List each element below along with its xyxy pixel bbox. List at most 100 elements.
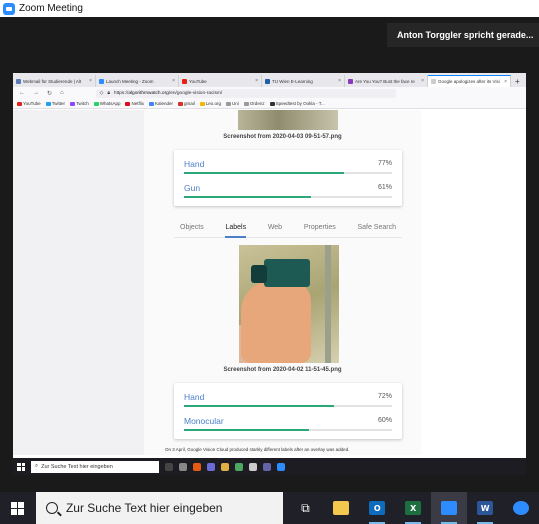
confidence-bar-fill bbox=[184, 405, 334, 407]
windows-start-icon[interactable] bbox=[17, 462, 25, 471]
confidence-bar bbox=[184, 405, 392, 407]
confidence-bar bbox=[184, 172, 392, 174]
browser-tab[interactable]: Launch Meeting - Zoom × bbox=[96, 75, 179, 87]
taskbar-search-box[interactable]: Zur Suche Text hier eingeben bbox=[35, 492, 284, 524]
bookmark-folder[interactable]: Ordenz bbox=[243, 101, 265, 106]
zoom-window-title: Zoom Meeting bbox=[19, 3, 83, 14]
app-icon[interactable] bbox=[179, 462, 187, 471]
tab-labels[interactable]: Labels bbox=[225, 218, 247, 238]
reload-icon[interactable]: ↻ bbox=[47, 90, 52, 97]
image-caption-bottom: Screenshot from 2020-04-02 11-51-45.png bbox=[223, 367, 342, 373]
home-icon[interactable]: ⌂ bbox=[60, 90, 64, 96]
label-confidence: 77% bbox=[377, 160, 392, 167]
folder-icon bbox=[333, 501, 350, 515]
image-caption-top: Screenshot from 2020-04-03 09-51-57.png bbox=[223, 134, 342, 140]
confidence-bar bbox=[184, 196, 392, 198]
app-icon[interactable] bbox=[235, 462, 243, 471]
url-path: /en/google-vision-racism/ bbox=[168, 90, 223, 96]
web-page[interactable]: Screenshot from 2020-04-03 09-51-57.png … bbox=[13, 110, 526, 475]
label-confidence: 72% bbox=[377, 393, 392, 400]
chrome-icon[interactable] bbox=[249, 462, 257, 471]
bookmark-item[interactable]: YouTube bbox=[17, 101, 41, 106]
tab-close-icon[interactable]: × bbox=[172, 78, 175, 84]
zoom-icon[interactable] bbox=[277, 462, 285, 471]
back-arrow-icon[interactable]: ← bbox=[19, 90, 25, 96]
confidence-bar-fill bbox=[184, 196, 311, 198]
label-confidence: 60% bbox=[377, 417, 392, 424]
bookmark-item[interactable]: Netflix bbox=[125, 101, 144, 106]
bookmark-icon bbox=[125, 101, 131, 106]
folder-icon bbox=[243, 101, 249, 106]
firefox-icon[interactable] bbox=[193, 462, 201, 471]
confidence-bar bbox=[184, 429, 392, 431]
browser-tab[interactable]: YouTube × bbox=[179, 75, 262, 87]
tab-close-icon[interactable]: × bbox=[504, 79, 507, 85]
discord-icon[interactable] bbox=[207, 462, 215, 471]
task-view-button[interactable]: ⧉ bbox=[287, 492, 323, 524]
url-prefix: https:// bbox=[113, 90, 129, 96]
forward-arrow-icon[interactable]: → bbox=[33, 90, 39, 96]
page-right-margin bbox=[421, 110, 526, 455]
browser-nav-bar: ← → ↻ ⌂ ◇ 🔒︎ https://algorithmwatch.org/… bbox=[13, 87, 526, 99]
article-column: Screenshot from 2020-04-03 09-51-57.png … bbox=[144, 110, 421, 455]
bookmark-icon bbox=[45, 101, 51, 106]
outlook-button[interactable]: O bbox=[359, 492, 395, 524]
start-button[interactable] bbox=[0, 492, 36, 524]
task-view-icon: ⧉ bbox=[301, 500, 310, 515]
bookmark-item[interactable]: Twitch bbox=[69, 101, 89, 106]
bookmark-item[interactable]: Speedtest by Ookla - T... bbox=[269, 101, 325, 106]
browser-tab[interactable]: TU Wien E-Learning × bbox=[262, 75, 345, 87]
excel-button[interactable]: X bbox=[395, 492, 431, 524]
address-bar[interactable]: ◇ 🔒︎ https://algorithmwatch.org/en/googl… bbox=[95, 88, 396, 98]
chat-button[interactable] bbox=[503, 492, 539, 524]
remote-taskbar: ⌕ Zur Suche Text hier eingeben bbox=[13, 458, 526, 475]
tab-objects[interactable]: Objects bbox=[180, 218, 204, 238]
screenshot-image-top bbox=[238, 110, 338, 130]
new-tab-button[interactable]: + bbox=[515, 77, 520, 86]
browser-tab-active[interactable]: Google apologizes after its Visi × bbox=[428, 75, 511, 87]
excel-icon: X bbox=[405, 501, 422, 515]
bookmark-folder[interactable]: Uni bbox=[226, 101, 239, 106]
teams-icon[interactable] bbox=[263, 462, 271, 471]
bookmark-icon bbox=[17, 101, 22, 106]
tab-web[interactable]: Web bbox=[268, 218, 282, 238]
label-name: Gun bbox=[184, 183, 201, 193]
bookmark-item[interactable]: Leo.org bbox=[199, 101, 221, 106]
task-view-icon[interactable] bbox=[165, 462, 173, 471]
zoom-icon bbox=[441, 501, 458, 515]
confidence-bar-fill bbox=[184, 172, 345, 174]
tab-properties[interactable]: Properties bbox=[304, 218, 336, 238]
tab-close-icon[interactable]: × bbox=[89, 78, 92, 84]
bookmark-item[interactable]: WhatsApp bbox=[93, 101, 120, 106]
label-name: Hand bbox=[184, 159, 205, 169]
bookmark-item[interactable]: Kalender bbox=[149, 101, 173, 106]
confidence-bar-fill bbox=[184, 429, 309, 431]
outlook-icon: O bbox=[369, 501, 386, 515]
labels-card-top: Hand 77% Gun 61% bbox=[174, 150, 402, 206]
file-explorer-icon[interactable] bbox=[221, 462, 229, 471]
tab-favicon-icon bbox=[265, 78, 270, 84]
bookmark-icon bbox=[149, 101, 154, 106]
speedtest-icon bbox=[269, 101, 275, 106]
chat-icon bbox=[513, 501, 530, 515]
bookmark-item[interactable]: Twitter bbox=[45, 101, 65, 106]
bookmark-item[interactable]: gmail bbox=[178, 101, 195, 106]
tab-safe-search[interactable]: Safe Search bbox=[357, 218, 396, 238]
shared-screen[interactable]: Webmail für Studierende | Alt × Launch Me… bbox=[13, 73, 526, 475]
browser-tab[interactable]: Webmail für Studierende | Alt × bbox=[13, 75, 96, 87]
bookmark-icon bbox=[69, 101, 75, 106]
lock-icon: 🔒︎ bbox=[107, 91, 110, 96]
tab-close-icon[interactable]: × bbox=[421, 78, 424, 84]
browser-tab[interactable]: Are You You? Bust the face re × bbox=[345, 75, 428, 87]
active-speaker-notice: Anton Torggler spricht gerade... bbox=[387, 23, 539, 47]
word-icon: W bbox=[477, 501, 494, 515]
zoom-button[interactable] bbox=[431, 492, 468, 524]
file-explorer-button[interactable] bbox=[323, 492, 359, 524]
article-note: On 3 April, Google Vision Cloud produced… bbox=[165, 447, 350, 452]
label-name: Hand bbox=[184, 392, 205, 402]
tab-close-icon[interactable]: × bbox=[338, 78, 341, 84]
screenshot-image-hand-monocular bbox=[239, 245, 339, 363]
tab-close-icon[interactable]: × bbox=[255, 78, 258, 84]
word-button[interactable]: W bbox=[467, 492, 503, 524]
remote-search-box[interactable]: ⌕ Zur Suche Text hier eingeben bbox=[31, 460, 159, 473]
